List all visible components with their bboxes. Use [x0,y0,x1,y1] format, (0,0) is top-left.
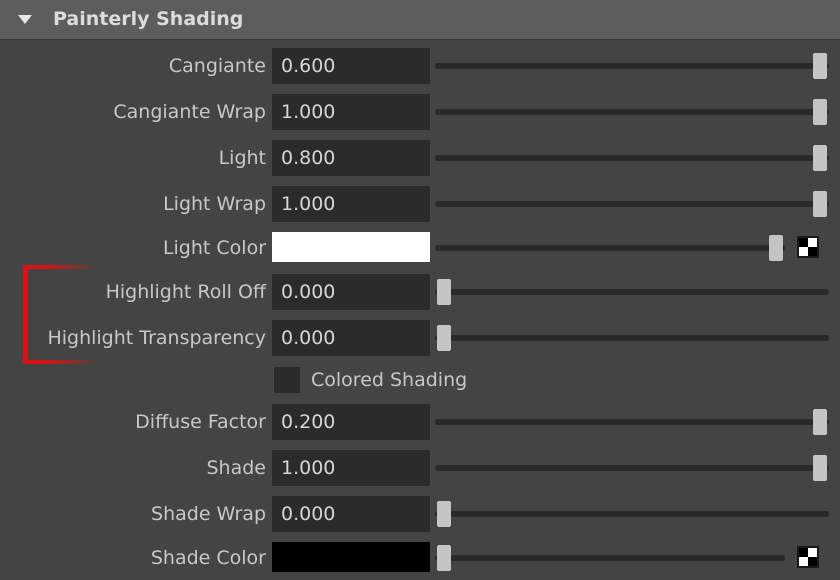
red-bracket-annotation [23,265,98,364]
attr-row-light-wrap: Light Wrap 1.000 [0,184,840,224]
shade-color-slider-track[interactable] [435,555,785,561]
attr-row-light-color: Light Color [0,228,840,268]
shade-color-swatch[interactable] [272,542,430,572]
attr-label: Light Wrap [163,193,266,215]
checker-map-icon[interactable] [797,236,819,258]
attr-label: Shade [206,457,267,479]
attr-row-highlight-roll-off: Highlight Roll Off 0.000 [0,272,840,312]
light-color-swatch[interactable] [272,232,430,262]
colored-shading-label: Colored Shading [311,369,468,391]
section-title: Painterly Shading [53,8,244,30]
cangiante-wrap-slider-handle[interactable] [813,99,827,125]
shade-wrap-slider-track[interactable] [435,511,829,517]
diffuse-factor-slider-track[interactable] [435,419,829,425]
highlight-transparency-slider-track[interactable] [435,335,829,341]
attr-row-light: Light 0.800 [0,138,840,178]
cangiante-slider-handle[interactable] [813,53,827,79]
highlight-transparency-slider-handle[interactable] [437,325,451,351]
shade-slider-handle[interactable] [813,455,827,481]
collapse-arrow-icon[interactable] [18,15,32,24]
shade-slider-track[interactable] [435,465,829,471]
attr-label: Light [218,147,266,169]
attr-label: Shade Wrap [151,503,266,525]
attr-row-highlight-transparency: Highlight Transparency 0.000 [0,318,840,358]
highlight-roll-off-slider-track[interactable] [435,289,829,295]
attr-row-diffuse-factor: Diffuse Factor 0.200 [0,402,840,442]
cangiante-wrap-field[interactable]: 1.000 [272,94,430,130]
diffuse-factor-slider-handle[interactable] [813,409,827,435]
checker-map-icon[interactable] [797,546,819,568]
highlight-transparency-field[interactable]: 0.000 [272,320,430,356]
attr-row-shade-color: Shade Color [0,538,840,578]
light-wrap-slider-handle[interactable] [813,191,827,217]
light-field[interactable]: 0.800 [272,140,430,176]
light-wrap-slider-track[interactable] [435,201,829,207]
shade-wrap-field[interactable]: 0.000 [272,496,430,532]
attr-label: Diffuse Factor [135,411,266,433]
attr-label: Highlight Roll Off [105,281,266,303]
diffuse-factor-field[interactable]: 0.200 [272,404,430,440]
attr-row-colored-shading: Colored Shading [0,360,840,400]
light-slider-handle[interactable] [813,145,827,171]
colored-shading-checkbox[interactable] [274,367,300,393]
cangiante-wrap-slider-track[interactable] [435,109,829,115]
highlight-roll-off-slider-handle[interactable] [437,279,451,305]
shade-color-slider-handle[interactable] [437,545,451,571]
cangiante-slider-track[interactable] [435,63,829,69]
highlight-roll-off-field[interactable]: 0.000 [272,274,430,310]
attr-label: Cangiante [168,55,266,77]
light-slider-track[interactable] [435,155,829,161]
shade-field[interactable]: 1.000 [272,450,430,486]
attr-label: Shade Color [150,547,266,569]
shade-wrap-slider-handle[interactable] [437,501,451,527]
attr-row-shade: Shade 1.000 [0,448,840,488]
attr-label: Cangiante Wrap [113,101,266,123]
attr-row-shade-wrap: Shade Wrap 0.000 [0,494,840,534]
light-color-slider-track[interactable] [435,245,785,251]
attr-row-cangiante: Cangiante 0.600 [0,46,840,86]
light-wrap-field[interactable]: 1.000 [272,186,430,222]
section-header-painterly-shading[interactable]: Painterly Shading [0,0,840,40]
light-color-slider-handle[interactable] [769,235,783,261]
attr-row-cangiante-wrap: Cangiante Wrap 1.000 [0,92,840,132]
attr-label: Light Color [162,237,266,259]
cangiante-field[interactable]: 0.600 [272,48,430,84]
